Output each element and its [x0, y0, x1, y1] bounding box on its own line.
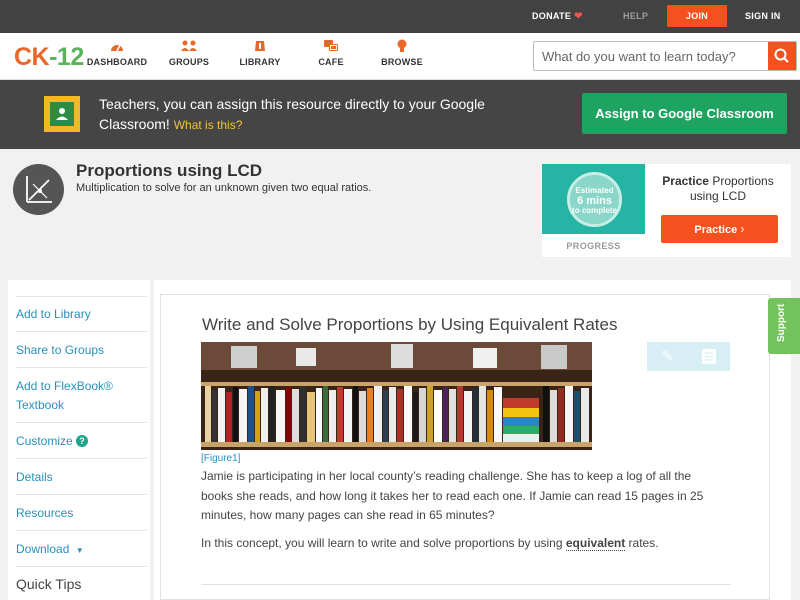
sidebar: Add to Library Share to Groups Add to Fl… — [8, 280, 150, 600]
nav-cafe[interactable]: CAFE — [296, 39, 366, 67]
sidebar-download[interactable]: Download ▼ — [16, 531, 147, 567]
concept-subtitle: Multiplication to solve for an unknown g… — [76, 182, 372, 194]
ck12-logo[interactable]: CK-12 — [14, 43, 84, 72]
sidebar-customize[interactable]: Customize ? — [16, 423, 147, 459]
support-tab-label: Support — [776, 303, 787, 342]
article-paragraph-1: Jamie is participating in her local coun… — [201, 469, 704, 522]
concept-title: Proportions using LCD — [76, 161, 263, 180]
support-tab[interactable]: Support — [768, 298, 800, 354]
search-box — [533, 41, 797, 71]
progress-label: PROGRESS — [566, 241, 621, 251]
nav-library[interactable]: LIBRARY — [225, 39, 295, 67]
article-paragraph-2: In this concept, you will learn to write… — [201, 534, 721, 552]
library-icon — [255, 41, 265, 51]
estimated-time-badge: Estimated 6 mins to complete — [567, 172, 622, 227]
nav-browse-label: BROWSE — [381, 57, 423, 67]
figure-caption[interactable]: [Figure1] — [201, 453, 240, 464]
banner-text: Teachers, you can assign this resource d… — [99, 94, 499, 135]
google-classroom-banner: Teachers, you can assign this resource d… — [0, 80, 800, 149]
paragraph-2-text-after: rates. — [625, 536, 659, 550]
nav-dashboard[interactable]: DASHBOARD — [82, 39, 152, 67]
nav-groups[interactable]: GROUPS — [154, 39, 224, 67]
practice-title-bold: Practice — [662, 174, 709, 188]
practice-card: Estimated 6 mins to complete PROGRESS Pr… — [542, 164, 791, 257]
content-divider — [201, 584, 731, 585]
dashboard-icon — [111, 44, 123, 52]
notes-icon[interactable] — [702, 349, 716, 364]
customize-label: Customize — [16, 434, 73, 448]
heart-icon: ❤ — [574, 11, 583, 22]
sidebar-add-to-flexbook[interactable]: Add to FlexBook® Textbook — [16, 368, 147, 423]
search-icon — [774, 48, 789, 63]
main-nav: CK-12 DASHBOARD GROUPS LIBRARY CAFE BROW… — [0, 33, 800, 80]
practice-button-label: Practice — [694, 224, 738, 236]
sidebar-details[interactable]: Details — [16, 459, 147, 495]
download-label: Download — [16, 542, 70, 556]
search-input[interactable] — [534, 42, 768, 70]
annotation-toolbox: ✎ — [647, 342, 730, 371]
article-title: Write and Solve Proportions by Using Equ… — [202, 315, 618, 334]
what-is-this-link[interactable]: What is this? — [174, 118, 243, 132]
sidebar-add-to-library[interactable]: Add to Library — [16, 296, 147, 332]
sidebar-share-to-groups[interactable]: Share to Groups — [16, 332, 147, 368]
top-bar: DONATE ❤ HELP JOIN SIGN IN — [0, 0, 800, 33]
logo-ck: CK — [14, 43, 50, 71]
banner-message: Teachers, you can assign this resource d… — [99, 96, 485, 132]
vocabulary-term-equivalent[interactable]: equivalent — [565, 536, 626, 551]
donate-link[interactable]: DONATE ❤ — [532, 0, 583, 33]
logo-12: -12 — [49, 43, 84, 71]
nav-browse[interactable]: BROWSE — [367, 39, 437, 67]
nav-dashboard-label: DASHBOARD — [86, 57, 148, 67]
help-circle-icon[interactable]: ? — [76, 435, 89, 447]
browse-icon — [397, 39, 407, 52]
pencil-icon[interactable]: ✎ — [661, 347, 674, 365]
concept-graph-icon — [13, 164, 64, 215]
bookshelf-image — [201, 342, 592, 450]
practice-title: Practice Proportions using LCD — [655, 174, 781, 204]
quick-tips-heading[interactable]: Quick Tips — [16, 567, 147, 597]
estimated-mins: 6 mins — [577, 195, 612, 207]
sign-in-link[interactable]: SIGN IN — [745, 0, 781, 33]
to-complete-label: to complete — [572, 206, 617, 215]
assign-google-classroom-button[interactable]: Assign to Google Classroom — [582, 93, 787, 134]
groups-icon — [181, 40, 197, 51]
donate-label: DONATE — [532, 11, 572, 21]
caret-down-icon: ▼ — [75, 546, 84, 555]
nav-groups-label: GROUPS — [168, 57, 210, 67]
help-link[interactable]: HELP — [623, 0, 648, 33]
practice-button[interactable]: Practice › — [661, 215, 778, 243]
search-button[interactable] — [768, 42, 796, 70]
google-classroom-icon — [44, 96, 80, 132]
paragraph-2-text-before: In this concept, you will learn to write… — [201, 536, 566, 550]
sidebar-resources[interactable]: Resources — [16, 495, 147, 531]
cafe-icon — [324, 40, 338, 51]
nav-library-label: LIBRARY — [239, 57, 281, 67]
nav-cafe-label: CAFE — [318, 57, 344, 67]
chevron-right-icon: › — [740, 221, 745, 236]
join-button[interactable]: JOIN — [667, 5, 727, 27]
practice-progress-graphic: Estimated 6 mins to complete — [542, 164, 645, 234]
